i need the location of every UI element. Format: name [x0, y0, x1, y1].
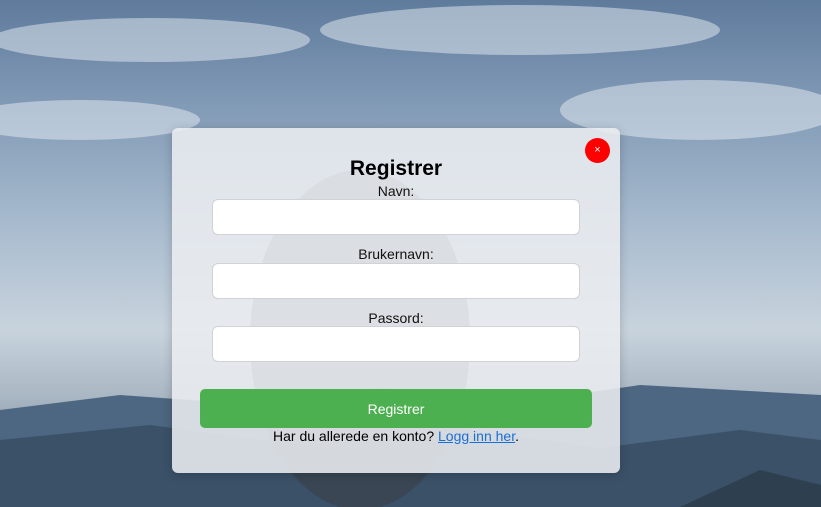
login-suffix: . — [515, 428, 519, 444]
register-button[interactable]: Registrer — [200, 389, 592, 428]
username-label: Brukernavn: — [358, 246, 434, 262]
modal-title: Registrer — [349, 157, 443, 180]
name-label: Navn: — [377, 183, 415, 199]
name-input[interactable] — [212, 199, 580, 235]
login-prompt-line: Har du allerede en konto? Logg inn her. — [172, 428, 620, 444]
password-label: Passord: — [368, 310, 424, 326]
login-link[interactable]: Logg inn her — [438, 428, 515, 444]
login-prompt-text: Har du allerede en konto? — [273, 428, 435, 444]
register-modal: × Registrer Navn: Brukernavn: Passord: R… — [172, 128, 620, 473]
password-input[interactable] — [212, 326, 580, 362]
username-input[interactable] — [212, 263, 580, 299]
